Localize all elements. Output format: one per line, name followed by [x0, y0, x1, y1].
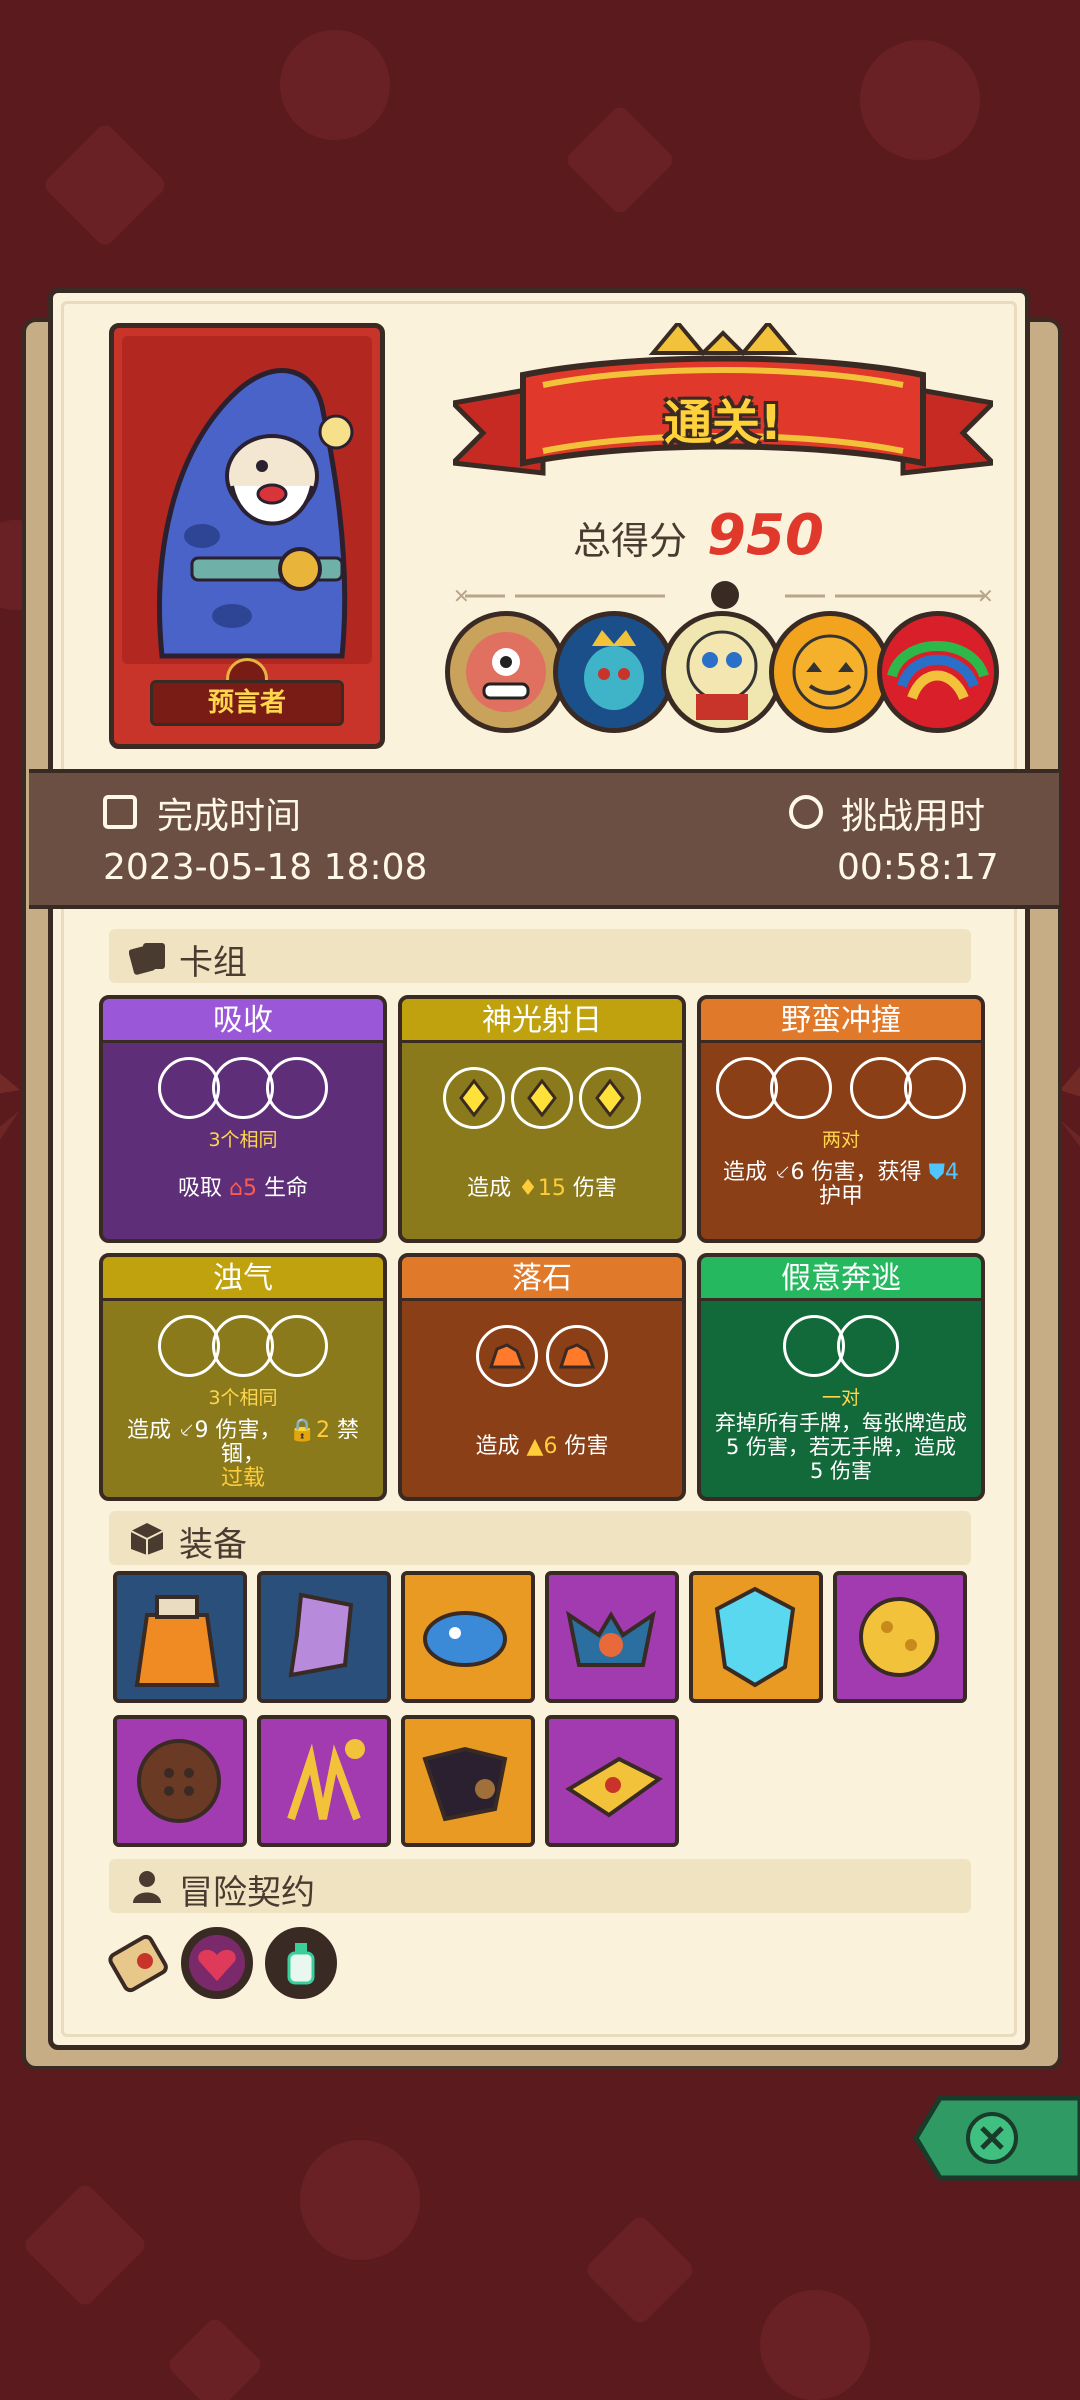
card-description: 弃掉所有手牌，每张牌造成 5 伤害，若无手牌，造成 5 伤害	[715, 1411, 967, 1483]
card-description: 吸取 ⌂5 生命	[178, 1176, 308, 1201]
boss-divider: ✕ ✕	[453, 581, 994, 609]
dice-slots	[402, 1067, 682, 1137]
dice-slots	[402, 1325, 682, 1395]
card-description: 造成 ▲6 伤害	[475, 1434, 609, 1459]
result-panel: 预言者 通关! 总得分 950 ✕ ✕ 完成时间 2023-05-18 18:0…	[29, 288, 1059, 2050]
card-feint-escape[interactable]: 假意奔逃 一对 弃掉所有手牌，每张牌造成 5 伤害，若无手牌，造成 5 伤害	[697, 1253, 985, 1501]
card-condition: 3个相同	[208, 1387, 278, 1409]
pumpkin-boss-icon[interactable]	[769, 611, 891, 733]
card-condition: 两对	[821, 1129, 860, 1151]
close-button[interactable]	[912, 2094, 1080, 2182]
rock-icon: ▲	[526, 1434, 544, 1459]
claw-icon[interactable]	[257, 1715, 391, 1847]
heart-lock-icon[interactable]	[181, 1927, 253, 1999]
equipment-title: 装备	[179, 1525, 247, 1565]
finish-time-label: 完成时间	[157, 796, 302, 837]
diamond-shield-icon[interactable]	[689, 1571, 823, 1703]
sword-icon: ⸔	[773, 1160, 791, 1185]
card-divine-sun[interactable]: 神光射日 造成 ♦15 伤害	[398, 995, 686, 1243]
dice-slots	[701, 1315, 981, 1385]
card-condition: 一对	[821, 1387, 860, 1409]
hero-name: 预言者	[150, 680, 344, 726]
score-label: 总得分	[573, 519, 688, 563]
potion-jug-icon[interactable]	[113, 1571, 247, 1703]
potion-bottle-icon[interactable]	[265, 1927, 337, 1999]
total-score: 总得分 950	[573, 503, 824, 568]
card-title: 野蛮冲撞	[701, 999, 981, 1043]
deck-section-header: 卡组	[109, 929, 971, 983]
svg-text:✕: ✕	[977, 584, 994, 608]
card-description: 造成 ⸔6 伤害，获得 ⛊4 护甲	[722, 1160, 960, 1209]
scroll-icon[interactable]	[101, 1925, 177, 2001]
card-absorb[interactable]: 吸收 3个相同 吸取 ⌂5 生命	[99, 995, 387, 1243]
skull-mask-boss-icon[interactable]	[661, 611, 783, 733]
victory-banner: 通关!	[447, 319, 999, 493]
cards-icon	[128, 939, 165, 975]
rainbow-beast-boss-icon[interactable]	[877, 611, 999, 733]
lock-icon: 🔒	[288, 1418, 316, 1443]
score-value: 950	[707, 503, 824, 568]
card-title: 落石	[402, 1257, 682, 1301]
diamond-icon: ♦	[518, 1176, 538, 1201]
time-bar: 完成时间 2023-05-18 18:08 挑战用时 00:58:17	[29, 769, 1059, 909]
card-description: 造成 ♦15 伤害	[467, 1176, 617, 1201]
box-icon	[129, 1521, 165, 1555]
golden-orb-icon[interactable]	[833, 1571, 967, 1703]
contract-title: 冒险契约	[179, 1873, 315, 1913]
cyclops-boss-icon[interactable]	[445, 611, 567, 733]
button-icon[interactable]	[113, 1715, 247, 1847]
shield-icon: ⛊	[928, 1160, 946, 1185]
person-icon	[129, 1869, 165, 1903]
blue-slime-icon[interactable]	[401, 1571, 535, 1703]
card-savage-charge[interactable]: 野蛮冲撞 两对 造成 ⸔6 伤害，获得 ⛊4 护甲	[697, 995, 985, 1243]
svg-text:✕: ✕	[453, 584, 470, 608]
card-title: 吸收	[103, 999, 383, 1043]
card-falling-rock[interactable]: 落石 造成 ▲6 伤害	[398, 1253, 686, 1501]
boss-list	[445, 611, 1021, 741]
card-description: 造成 ⸔9 伤害， 🔒2 禁锢， 过载	[127, 1418, 359, 1491]
dice-slots	[701, 1057, 981, 1127]
equipment-section-header: 装备	[109, 1511, 971, 1565]
card-foul-air[interactable]: 浊气 3个相同 造成 ⸔9 伤害， 🔒2 禁锢， 过载	[99, 1253, 387, 1501]
card-title: 假意奔逃	[701, 1257, 981, 1301]
challenge-time-value: 00:58:17	[837, 847, 999, 888]
crystal-boot-icon[interactable]	[257, 1571, 391, 1703]
deck-title: 卡组	[179, 943, 247, 983]
stopwatch-icon	[789, 795, 823, 829]
bat-mask-icon[interactable]	[545, 1571, 679, 1703]
dice-slots	[103, 1315, 383, 1385]
sword-icon: ⸔	[178, 1418, 195, 1443]
finish-time-value: 2023-05-18 18:08	[103, 847, 428, 888]
card-title: 神光射日	[402, 999, 682, 1043]
wolf-pelt-icon[interactable]	[401, 1715, 535, 1847]
contract-section-header: 冒险契约	[109, 1859, 971, 1913]
challenge-time-label: 挑战用时	[841, 796, 986, 837]
dice-slots	[103, 1057, 383, 1127]
hero-card[interactable]: 预言者	[109, 323, 385, 749]
spellbook-icon[interactable]	[545, 1715, 679, 1847]
drain-icon: ⌂	[229, 1176, 243, 1201]
crowned-demon-boss-icon[interactable]	[553, 611, 675, 733]
card-title: 浊气	[103, 1257, 383, 1301]
calendar-icon	[103, 795, 137, 829]
wizard-portrait-icon	[122, 336, 372, 664]
card-condition: 3个相同	[208, 1129, 278, 1151]
victory-title: 通关!	[664, 395, 782, 451]
